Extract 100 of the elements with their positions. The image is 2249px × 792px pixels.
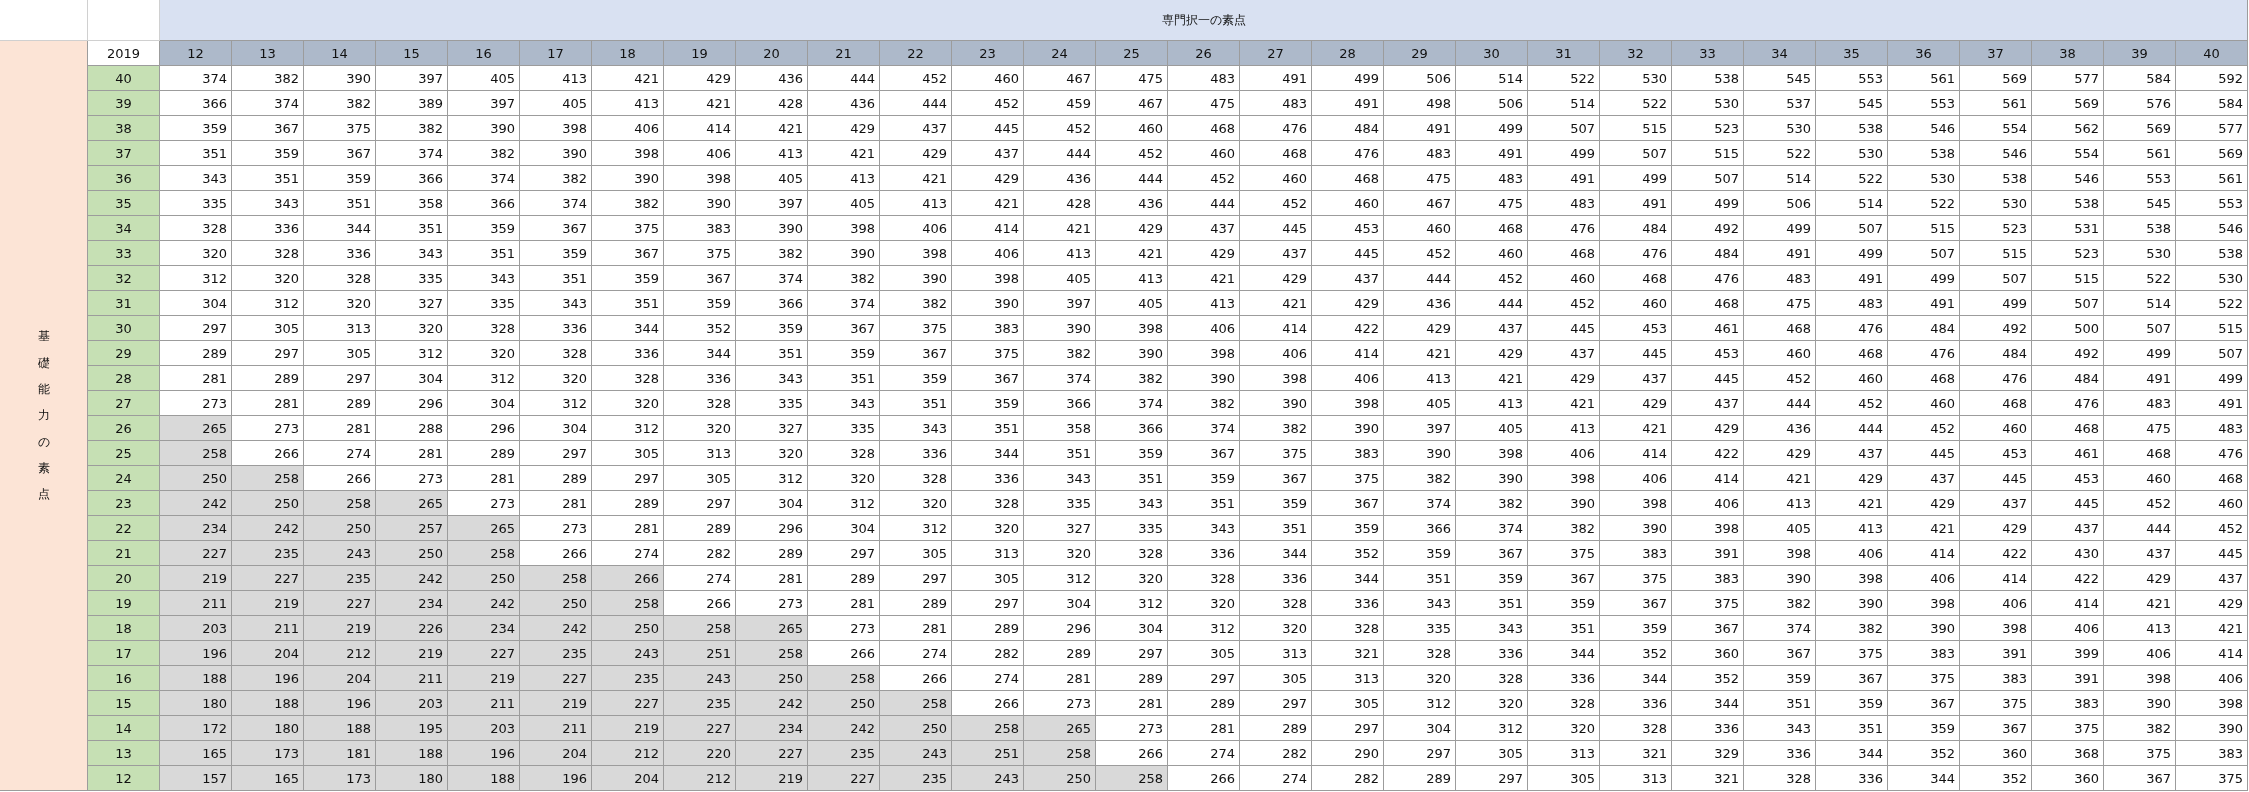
- table-cell: 258: [520, 566, 592, 591]
- table-cell: 476: [1312, 141, 1384, 166]
- table-cell: 453: [1672, 341, 1744, 366]
- table-cell: 250: [376, 541, 448, 566]
- table-cell: 273: [376, 466, 448, 491]
- table-cell: 211: [232, 616, 304, 641]
- table-cell: 281: [808, 591, 880, 616]
- table-cell: 421: [664, 91, 736, 116]
- table-cell: 468: [1960, 391, 2032, 416]
- table-cell: 452: [952, 91, 1024, 116]
- table-cell: 258: [592, 591, 664, 616]
- table-cell: 413: [1168, 291, 1240, 316]
- table-cell: 258: [304, 491, 376, 516]
- table-cell: 476: [2032, 391, 2104, 416]
- table-cell: 461: [2032, 441, 2104, 466]
- table-cell: 406: [1888, 566, 1960, 591]
- table-cell: 514: [1816, 191, 1888, 216]
- table-cell: 281: [376, 441, 448, 466]
- table-cell: 273: [1024, 691, 1096, 716]
- table-cell: 336: [1600, 691, 1672, 716]
- table-cell: 484: [1888, 316, 1960, 341]
- table-cell: 211: [376, 666, 448, 691]
- table-cell: 336: [1744, 741, 1816, 766]
- table-cell: 336: [592, 341, 664, 366]
- table-cell: 250: [880, 716, 952, 741]
- table-cell: 382: [304, 91, 376, 116]
- table-cell: 336: [1312, 591, 1384, 616]
- table-cell: 226: [376, 616, 448, 641]
- table-cell: 475: [1384, 166, 1456, 191]
- column-header: 32: [1600, 41, 1672, 66]
- table-cell: 421: [1024, 216, 1096, 241]
- table-cell: 320: [160, 241, 232, 266]
- table-cell: 475: [1096, 66, 1168, 91]
- table-cell: 483: [2104, 391, 2176, 416]
- table-cell: 437: [1528, 341, 1600, 366]
- table-cell: 383: [664, 216, 736, 241]
- table-cell: 321: [1672, 766, 1744, 791]
- table-cell: 351: [1528, 616, 1600, 641]
- column-header: 19: [664, 41, 736, 66]
- table-cell: 250: [808, 691, 880, 716]
- table-cell: 312: [520, 391, 592, 416]
- table-cell: 468: [1312, 166, 1384, 191]
- table-cell: 429: [664, 66, 736, 91]
- table-cell: 569: [2032, 91, 2104, 116]
- table-cell: 515: [1672, 141, 1744, 166]
- table-cell: 312: [880, 516, 952, 541]
- table-cell: 390: [1240, 391, 1312, 416]
- table-cell: 390: [1024, 316, 1096, 341]
- table-cell: 445: [1960, 466, 2032, 491]
- table-cell: 437: [1888, 466, 1960, 491]
- table-cell: 219: [448, 666, 520, 691]
- table-cell: 204: [520, 741, 592, 766]
- table-cell: 545: [1816, 91, 1888, 116]
- table-cell: 382: [1816, 616, 1888, 641]
- table-cell: 305: [1312, 691, 1384, 716]
- table-cell: 421: [1240, 291, 1312, 316]
- table-cell: 460: [1312, 191, 1384, 216]
- table-cell: 452: [1168, 166, 1240, 191]
- table-cell: 312: [1024, 566, 1096, 591]
- table-cell: 553: [1888, 91, 1960, 116]
- table-cell: 250: [520, 591, 592, 616]
- table-cell: 452: [1024, 116, 1096, 141]
- table-cell: 398: [1744, 541, 1816, 566]
- table-cell: 437: [1168, 216, 1240, 241]
- table-cell: 390: [448, 116, 520, 141]
- table-cell: 305: [952, 566, 1024, 591]
- column-header: 36: [1888, 41, 1960, 66]
- table-cell: 514: [1744, 166, 1816, 191]
- table-cell: 545: [1744, 66, 1816, 91]
- table-cell: 398: [1960, 616, 2032, 641]
- table-cell: 351: [1168, 491, 1240, 516]
- table-cell: 429: [1312, 291, 1384, 316]
- table-cell: 515: [1888, 216, 1960, 241]
- table-cell: 359: [1744, 666, 1816, 691]
- table-cell: 499: [1672, 191, 1744, 216]
- table-cell: 507: [1600, 141, 1672, 166]
- table-cell: 514: [1528, 91, 1600, 116]
- table-cell: 312: [736, 466, 808, 491]
- row-header: 25: [88, 441, 160, 466]
- table-cell: 335: [808, 416, 880, 441]
- column-header: 17: [520, 41, 592, 66]
- table-cell: 219: [592, 716, 664, 741]
- table-cell: 351: [1096, 466, 1168, 491]
- table-cell: 397: [736, 191, 808, 216]
- row-header: 39: [88, 91, 160, 116]
- table-cell: 399: [2032, 641, 2104, 666]
- table-cell: 351: [1744, 691, 1816, 716]
- table-cell: 437: [1816, 441, 1888, 466]
- table-cell: 250: [304, 516, 376, 541]
- table-cell: 366: [448, 191, 520, 216]
- table-cell: 382: [448, 141, 520, 166]
- table-cell: 405: [1096, 291, 1168, 316]
- table-cell: 437: [880, 116, 952, 141]
- table-cell: 296: [736, 516, 808, 541]
- table-cell: 343: [808, 391, 880, 416]
- table-cell: 428: [736, 91, 808, 116]
- table-cell: 211: [520, 716, 592, 741]
- table-cell: 515: [2176, 316, 2248, 341]
- table-cell: 530: [2176, 266, 2248, 291]
- table-cell: 522: [1528, 66, 1600, 91]
